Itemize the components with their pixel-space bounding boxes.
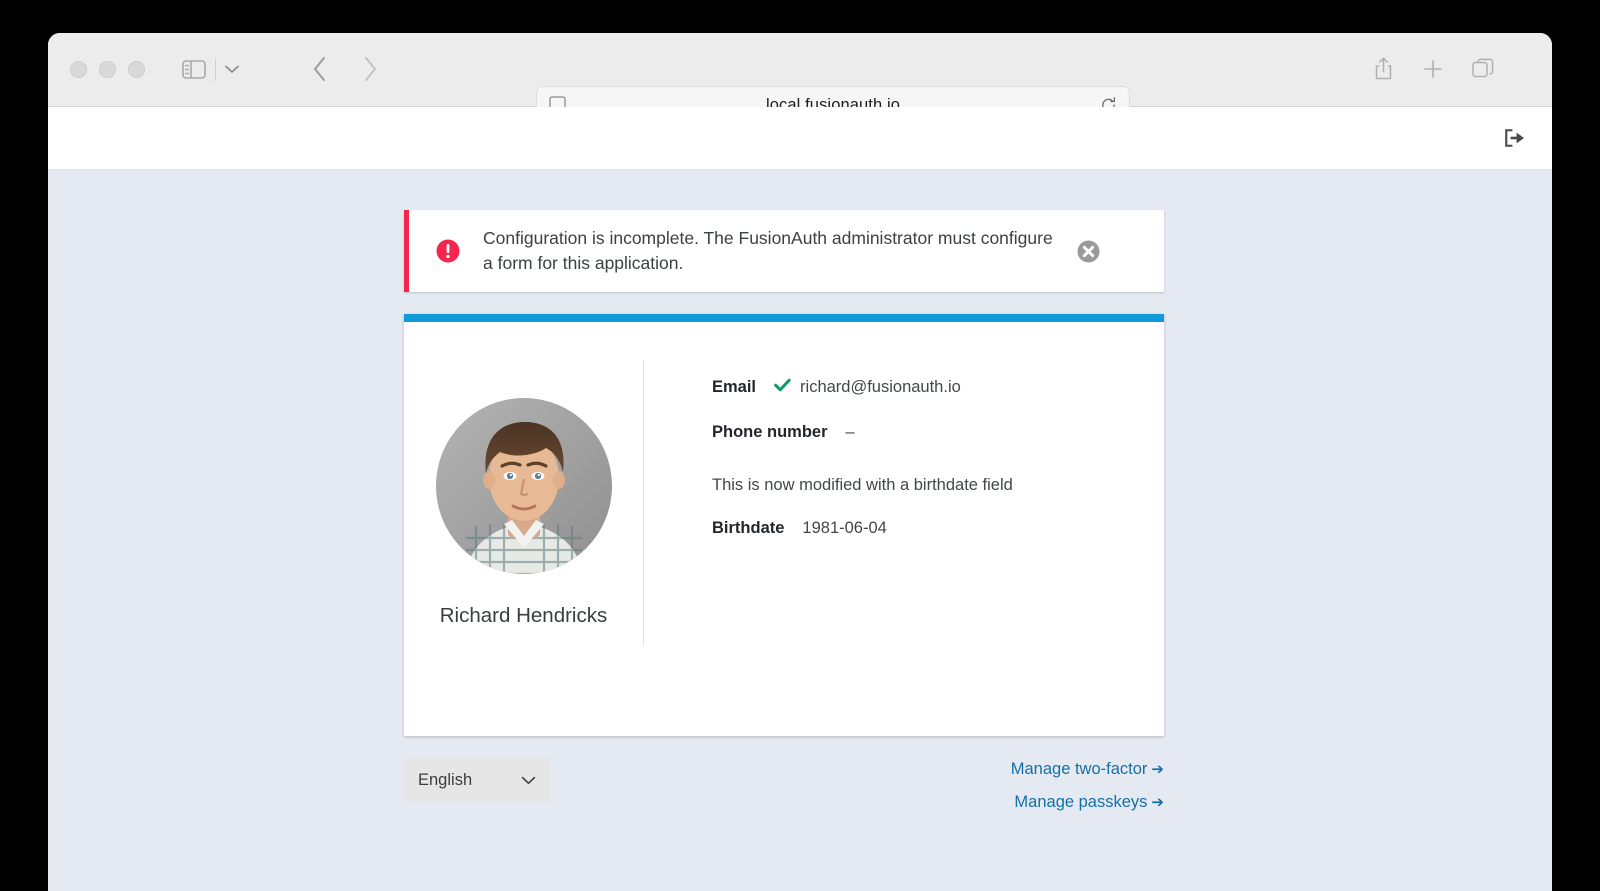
- detail-row-phone: Phone number –: [712, 423, 1164, 442]
- chevron-down-icon[interactable]: [220, 57, 244, 81]
- close-window-button[interactable]: [70, 61, 87, 78]
- language-select-value: English: [418, 770, 473, 789]
- manage-two-factor-link[interactable]: Manage two-factor ➔: [1011, 760, 1164, 779]
- detail-label: Email: [712, 378, 757, 396]
- profile-name: Richard Hendricks: [439, 604, 608, 627]
- arrow-right-icon: ➔: [1151, 761, 1164, 778]
- profile-card: Richard Hendricks Email richard@fusionau…: [404, 314, 1164, 736]
- profile-column: Richard Hendricks: [404, 360, 644, 646]
- chevron-down-icon: [521, 776, 536, 785]
- browser-toolbar: local.fusionauth.io: [48, 33, 1552, 124]
- detail-value: 1981-06-04: [802, 519, 887, 537]
- share-icon[interactable]: [1369, 55, 1397, 83]
- details-column: Email richard@fusionauth.io Phone number…: [644, 322, 1164, 736]
- minimize-window-button[interactable]: [99, 61, 116, 78]
- detail-row-birthdate: Birthdate 1981-06-04: [712, 519, 1164, 538]
- footer-links: Manage two-factor ➔ Manage passkeys ➔: [1011, 760, 1164, 826]
- page-footer: English Manage two-factor ➔ Manage passke…: [404, 758, 1164, 848]
- logout-icon[interactable]: [1500, 124, 1528, 152]
- custom-form-note: This is now modified with a birthdate fi…: [712, 476, 1013, 494]
- alert-banner: Configuration is incomplete. The FusionA…: [404, 210, 1164, 292]
- exclamation-circle-icon: [435, 238, 461, 264]
- detail-row-email: Email richard@fusionauth.io: [712, 378, 1164, 397]
- link-label: Manage passkeys: [1014, 793, 1148, 811]
- sidebar-toggle-icon[interactable]: [180, 57, 208, 81]
- detail-label: Birthdate: [712, 519, 785, 537]
- app-header: [48, 107, 1552, 170]
- browser-window: local.fusionauth.io Configuration is inc…: [48, 33, 1552, 891]
- language-select[interactable]: English: [404, 758, 550, 802]
- manage-passkeys-link[interactable]: Manage passkeys ➔: [1011, 793, 1164, 812]
- content-container: Configuration is incomplete. The FusionA…: [404, 210, 1164, 848]
- toolbar-divider: [215, 59, 216, 81]
- tab-overview-icon[interactable]: [1469, 55, 1497, 83]
- card-accent-bar: [404, 314, 1164, 322]
- detail-value: –: [845, 423, 855, 441]
- close-circle-icon[interactable]: [1075, 238, 1101, 264]
- detail-value: richard@fusionauth.io: [800, 378, 961, 396]
- arrow-right-icon: ➔: [1151, 794, 1164, 811]
- link-label: Manage two-factor: [1010, 760, 1148, 778]
- maximize-window-button[interactable]: [128, 61, 145, 78]
- alert-message: Configuration is incomplete. The FusionA…: [483, 227, 1053, 273]
- back-chevron-icon[interactable]: [306, 55, 334, 83]
- verified-check-icon: [774, 378, 791, 392]
- page-body: Configuration is incomplete. The FusionA…: [48, 170, 1552, 891]
- window-controls: [70, 61, 145, 78]
- detail-label: Phone number: [712, 423, 828, 441]
- forward-chevron-icon[interactable]: [356, 55, 384, 83]
- card-body: Richard Hendricks Email richard@fusionau…: [404, 322, 1164, 736]
- avatar: [435, 398, 612, 574]
- plus-icon[interactable]: [1419, 55, 1447, 83]
